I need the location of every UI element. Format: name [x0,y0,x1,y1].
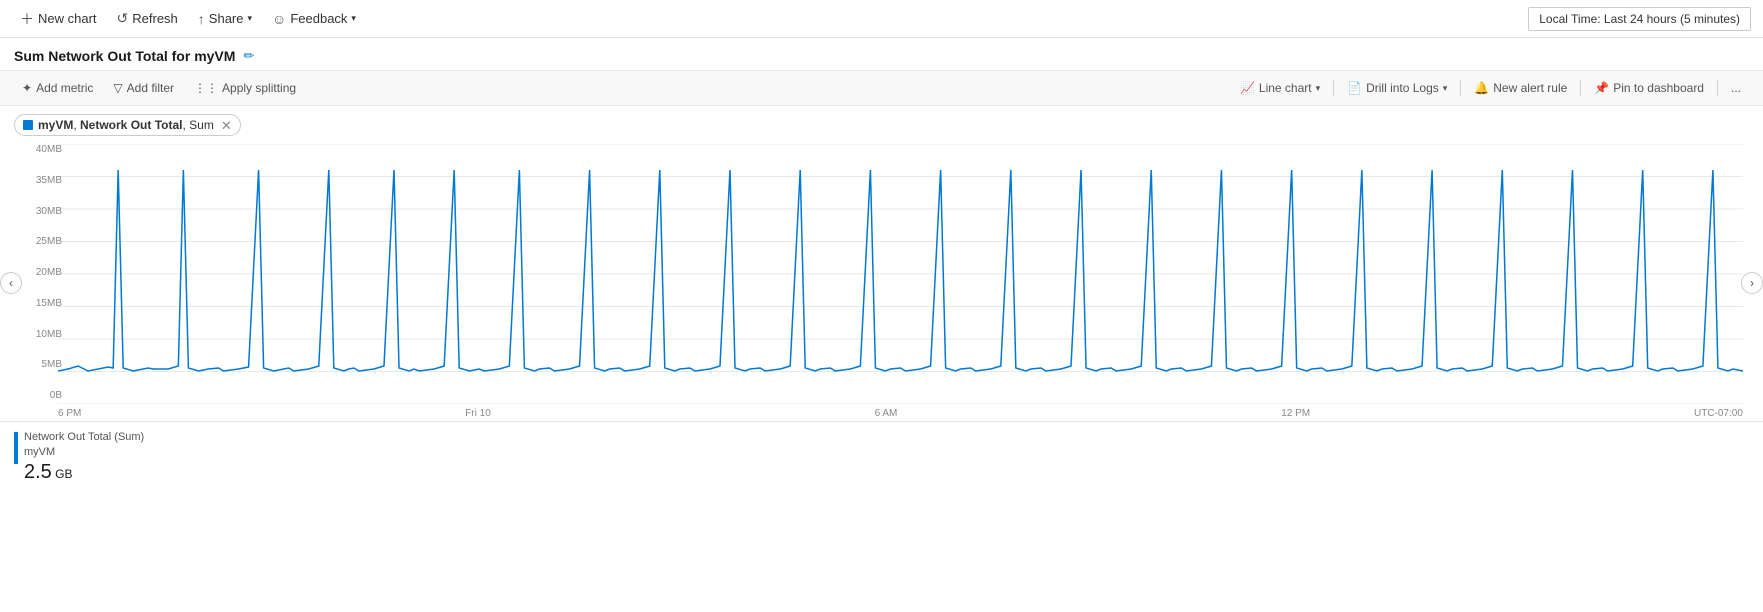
top-toolbar-right: Local Time: Last 24 hours (5 minutes) [1528,7,1751,31]
y-label-35mb: 35MB [36,175,62,186]
metric-pills-area: myVM, Network Out Total, Sum ✕ [0,106,1763,144]
top-toolbar-left: ＋ New chart ↺ Refresh ↑ Share ▾ ☺ Feedba… [12,5,364,33]
y-label-25mb: 25MB [36,236,62,247]
x-label-6am: 6 AM [875,408,898,419]
add-filter-label: Add filter [127,81,174,95]
add-metric-button[interactable]: ✦ Add metric [14,78,101,98]
toolbar-separator-3 [1580,80,1581,96]
chart-scroll-left-button[interactable]: ‹ [0,272,22,294]
add-filter-button[interactable]: ▽ Add filter [105,78,182,98]
y-label-10mb: 10MB [36,329,62,340]
toolbar-separator-2 [1460,80,1461,96]
chart-title: Sum Network Out Total for myVM [14,48,235,64]
pin-icon: 📌 [1594,81,1609,95]
line-chart-icon: 📈 [1240,81,1255,95]
add-metric-icon: ✦ [22,81,32,95]
feedback-icon: ☺ [272,11,286,27]
legend-color-bar [14,432,18,464]
metric-pill-vm: myVM [38,118,73,132]
metric-toolbar-right: 📈 Line chart ▾ 📄 Drill into Logs ▾ 🔔 New… [1232,78,1749,98]
legend-vm-name: myVM [24,445,144,460]
x-label-empty1 [272,408,275,419]
metric-pill-aggregation: Sum [189,118,214,132]
toolbar-separator-4 [1717,80,1718,96]
metric-pill-color [23,120,33,130]
chart-scroll-right-button[interactable]: › [1741,272,1763,294]
refresh-label: Refresh [132,11,178,26]
share-dropdown-arrow: ▾ [248,13,253,24]
legend-value: 2.5 [24,461,52,483]
legend-metric-name: Network Out Total (Sum) [24,430,144,445]
time-range-label: Local Time: Last 24 hours (5 minutes) [1539,12,1740,26]
time-range-button[interactable]: Local Time: Last 24 hours (5 minutes) [1528,7,1751,31]
metric-pill-label: myVM, Network Out Total, Sum [38,118,214,132]
refresh-button[interactable]: ↺ Refresh [109,6,186,31]
metric-toolbar-left: ✦ Add metric ▽ Add filter ⋮⋮ Apply split… [14,78,304,98]
y-label-5mb: 5MB [41,359,62,370]
feedback-dropdown-arrow: ▾ [351,13,356,24]
legend-area: Network Out Total (Sum) myVM 2.5 GB [0,421,1763,492]
plus-icon: ＋ [20,9,34,29]
chart-title-area: Sum Network Out Total for myVM ✏ [0,38,1763,70]
share-icon: ↑ [198,11,205,27]
feedback-label: Feedback [290,11,347,26]
apply-splitting-label: Apply splitting [222,81,296,95]
chart-line [58,170,1743,371]
pin-to-dashboard-button[interactable]: 📌 Pin to dashboard [1586,78,1712,98]
x-label-utc: UTC-07:00 [1694,408,1743,419]
new-chart-button[interactable]: ＋ New chart [12,5,105,33]
logs-icon: 📄 [1347,81,1362,95]
x-label-6pm: 6 PM [58,408,81,419]
drill-into-logs-label: Drill into Logs [1366,81,1439,95]
more-label: ... [1731,81,1741,95]
share-button[interactable]: ↑ Share ▾ [190,7,260,31]
alert-icon: 🔔 [1474,81,1489,95]
refresh-icon: ↺ [117,10,129,27]
x-label-empty3 [1088,408,1091,419]
x-label-12pm: 12 PM [1281,408,1310,419]
y-label-15mb: 15MB [36,298,62,309]
legend-value-row: 2.5 GB [24,461,144,484]
legend-item: Network Out Total (Sum) myVM 2.5 GB [14,430,1749,484]
splitting-icon: ⋮⋮ [194,81,218,95]
pin-to-dashboard-label: Pin to dashboard [1613,81,1704,95]
more-button[interactable]: ... [1723,78,1749,98]
metric-pill-close[interactable]: ✕ [221,119,232,132]
line-chart-button[interactable]: 📈 Line chart ▾ [1232,78,1328,98]
drill-into-logs-button[interactable]: 📄 Drill into Logs ▾ [1339,78,1455,98]
y-label-20mb: 20MB [36,267,62,278]
apply-splitting-button[interactable]: ⋮⋮ Apply splitting [186,78,304,98]
new-alert-rule-button[interactable]: 🔔 New alert rule [1466,78,1575,98]
y-label-0b: 0B [50,390,62,401]
share-label: Share [209,11,244,26]
chart-wrapper: ‹ › 40MB 35MB 30MB 25MB 20MB 15MB 10MB 5… [0,144,1763,421]
edit-icon[interactable]: ✏ [243,48,254,64]
drill-logs-dropdown-arrow: ▾ [1443,83,1448,94]
feedback-button[interactable]: ☺ Feedback ▾ [264,7,364,31]
line-chart-label: Line chart [1259,81,1312,95]
add-metric-label: Add metric [36,81,93,95]
metric-pill-metric: Network Out Total [80,118,182,132]
x-label-fri10: Fri 10 [465,408,491,419]
chart-svg [58,144,1743,404]
metric-toolbar: ✦ Add metric ▽ Add filter ⋮⋮ Apply split… [0,70,1763,106]
metric-pill: myVM, Network Out Total, Sum ✕ [14,114,241,136]
filter-icon: ▽ [113,81,122,95]
y-label-30mb: 30MB [36,206,62,217]
legend-details: Network Out Total (Sum) myVM 2.5 GB [24,430,144,484]
new-alert-rule-label: New alert rule [1493,81,1567,95]
y-label-40mb: 40MB [36,144,62,155]
new-chart-label: New chart [38,11,97,26]
legend-unit: GB [55,467,72,481]
x-label-empty4 [1501,408,1504,419]
line-chart-dropdown-arrow: ▾ [1316,83,1321,94]
x-label-empty2 [681,408,684,419]
toolbar-separator-1 [1333,80,1334,96]
